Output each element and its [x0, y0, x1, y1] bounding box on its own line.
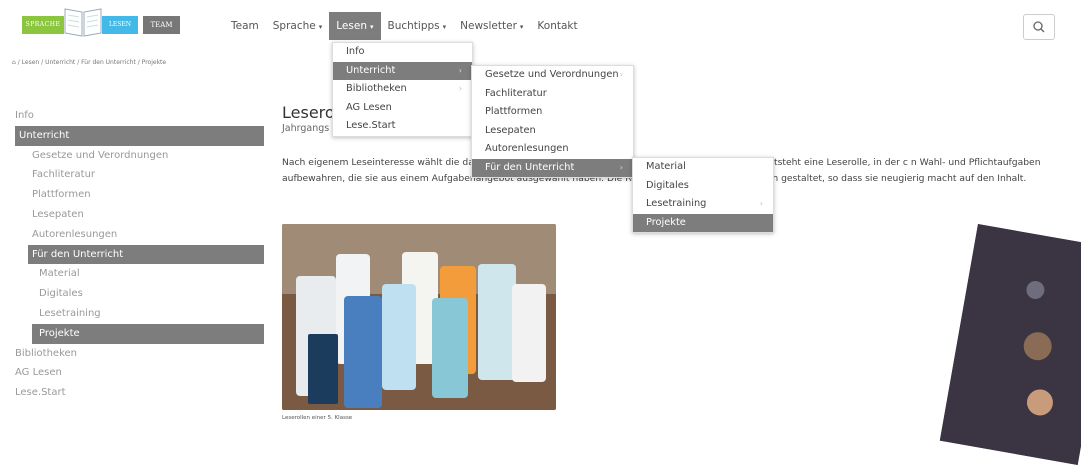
photo-caption: Leserollen einer 5. Klasse: [282, 415, 353, 421]
menu-item-digitales[interactable]: Digitales: [633, 177, 773, 196]
logo-text-sprache: SPRACHE: [22, 16, 64, 34]
menu-item-lese-start[interactable]: Lese.Start: [333, 117, 472, 136]
site-logo[interactable]: SPRACHE LESEN TEAM: [22, 7, 182, 39]
sidebar-item-autorenlesungen[interactable]: Autorenlesungen: [15, 225, 264, 245]
breadcrumb-item[interactable]: Für den Unterricht: [81, 59, 136, 66]
chevron-down-icon: ▾: [318, 23, 323, 31]
home-icon[interactable]: ⌂: [12, 59, 16, 66]
sidebar-item-lesepaten[interactable]: Lesepaten: [15, 205, 264, 225]
sidebar-item-bibliotheken[interactable]: Bibliotheken: [15, 344, 264, 364]
sidebar-nav: Info Unterricht Gesetze und Verordnungen…: [15, 106, 264, 403]
nav-newsletter[interactable]: Newsletter ▾: [453, 12, 530, 40]
sidebar-item-lesetraining[interactable]: Lesetraining: [15, 304, 264, 324]
sidebar-item-projekte[interactable]: Projekte: [32, 323, 264, 344]
sidebar-item-info[interactable]: Info: [15, 106, 264, 126]
nav-lesen[interactable]: Lesen ▾: [329, 12, 381, 40]
logo-text-lesen: LESEN: [102, 16, 138, 34]
menu-item-plattformen[interactable]: Plattformen: [472, 103, 633, 122]
sidebar-item-digitales[interactable]: Digitales: [15, 284, 264, 304]
page-subtitle: Jahrgangs: [282, 123, 330, 134]
sidebar-item-fuer-den-unterricht[interactable]: Für den Unterricht: [28, 244, 264, 265]
sidebar-item-material[interactable]: Material: [15, 264, 264, 284]
menu-item-fachliteratur[interactable]: Fachliteratur: [472, 85, 633, 104]
main-nav: Team Sprache ▾ Lesen ▾ Buchtipps ▾ Newslett…: [224, 12, 585, 40]
dropdown-fuer-den-unterricht: Material Digitales Lesetraining › Projekt…: [632, 157, 774, 233]
breadcrumb: ⌂ / Lesen / Unterricht / Für den Unterri…: [12, 59, 167, 66]
menu-item-autorenlesungen[interactable]: Autorenlesungen: [472, 140, 633, 159]
dropdown-lesen: Info Unterricht › Bibliotheken › AG Lesen …: [332, 42, 473, 137]
page-title: Lesero: [282, 103, 335, 122]
nav-kontakt[interactable]: Kontakt: [530, 12, 584, 40]
dropdown-unterricht: Gesetze und Verordnungen › Fachliteratur …: [471, 65, 634, 178]
menu-item-bibliotheken[interactable]: Bibliotheken ›: [333, 80, 472, 99]
menu-item-ag-lesen[interactable]: AG Lesen: [333, 99, 472, 118]
breadcrumb-item[interactable]: Lesen: [22, 59, 40, 66]
chevron-down-icon: ▾: [369, 23, 374, 31]
sidebar-item-gesetze[interactable]: Gesetze und Verordnungen: [15, 146, 264, 166]
nav-buchtipps[interactable]: Buchtipps ▾: [381, 12, 454, 40]
chevron-down-icon: ▾: [442, 23, 447, 31]
book-logo-icon: [64, 8, 102, 37]
menu-item-gesetze[interactable]: Gesetze und Verordnungen ›: [472, 66, 633, 85]
breadcrumb-item: Projekte: [141, 59, 167, 66]
sidebar-item-lese-start[interactable]: Lese.Start: [15, 383, 264, 403]
menu-item-lesetraining[interactable]: Lesetraining ›: [633, 195, 773, 214]
menu-item-info[interactable]: Info: [333, 43, 472, 62]
chevron-right-icon: ›: [619, 70, 623, 79]
search-button[interactable]: [1023, 14, 1055, 40]
chevron-right-icon: ›: [458, 84, 462, 93]
menu-item-lesepaten[interactable]: Lesepaten: [472, 122, 633, 141]
chevron-down-icon: ▾: [519, 23, 524, 31]
leserollen-photo: [282, 224, 556, 410]
breadcrumb-item[interactable]: Unterricht: [45, 59, 75, 66]
menu-item-fuer-den-unterricht[interactable]: Für den Unterricht ›: [472, 158, 633, 177]
nav-sprache[interactable]: Sprache ▾: [266, 12, 330, 40]
sidebar-item-ag-lesen[interactable]: AG Lesen: [15, 363, 264, 383]
header: SPRACHE LESEN TEAM Team Sprache ▾ Lesen ▾ …: [0, 0, 1081, 52]
sidebar-item-unterricht[interactable]: Unterricht: [15, 125, 264, 146]
chevron-right-icon: ›: [759, 199, 763, 208]
chevron-right-icon: ›: [458, 65, 462, 75]
sidebar-item-fachliteratur[interactable]: Fachliteratur: [15, 165, 264, 185]
logo-text-team: TEAM: [143, 16, 180, 34]
menu-item-projekte[interactable]: Projekte: [633, 213, 773, 232]
nav-team[interactable]: Team: [224, 12, 266, 40]
menu-item-material[interactable]: Material: [633, 158, 773, 177]
search-icon: [1033, 21, 1045, 33]
chevron-right-icon: ›: [619, 162, 623, 172]
menu-item-unterricht[interactable]: Unterricht ›: [333, 61, 472, 80]
sidebar-item-plattformen[interactable]: Plattformen: [15, 185, 264, 205]
